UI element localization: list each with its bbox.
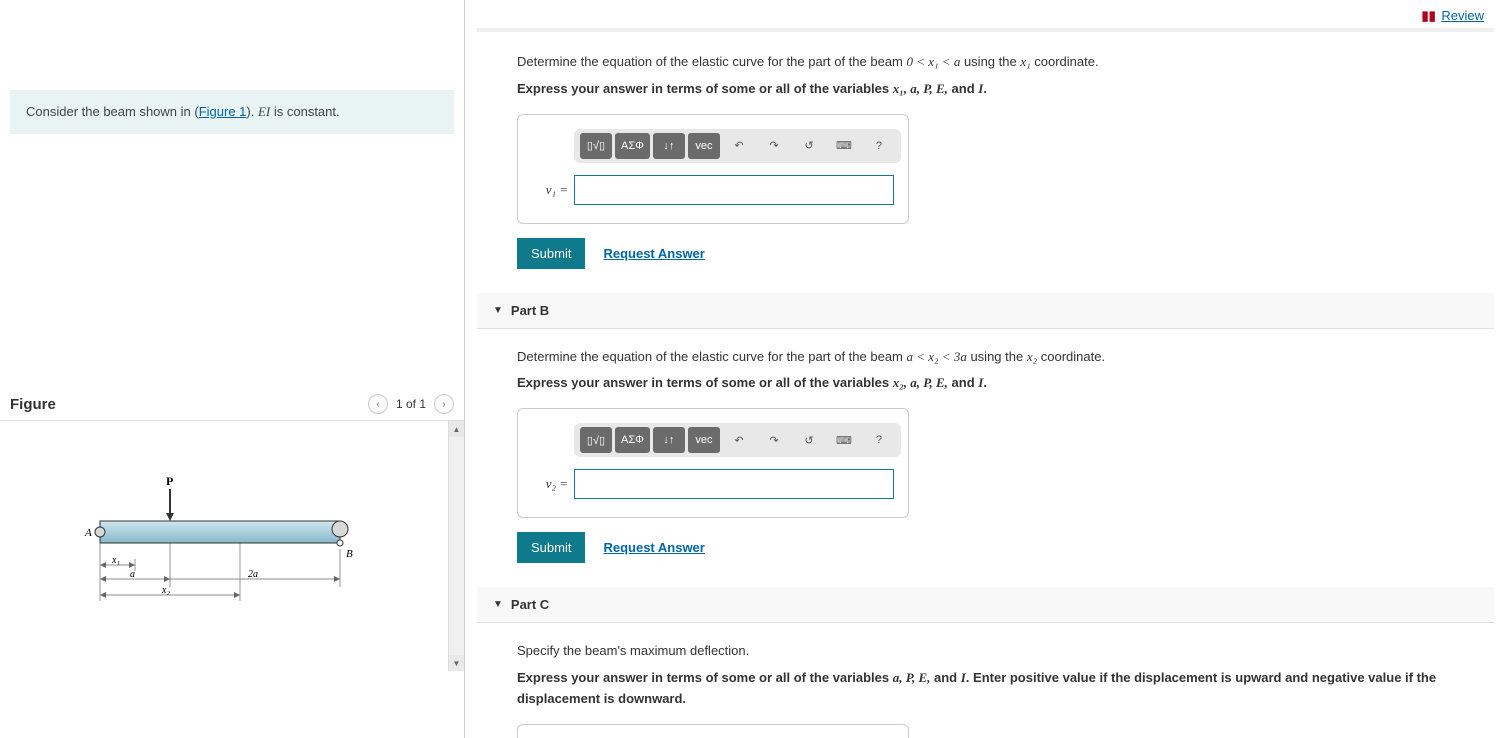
help-button[interactable]: ? <box>863 133 895 159</box>
part-a-answer-box: ▯√▯ ΑΣΦ ↓↑ vec ↶ ↷ ↺ ⌨ ? v₁ = <box>517 114 909 224</box>
part-c-heading: Part C <box>511 597 549 612</box>
figure-page-indicator: 1 of 1 <box>396 397 426 411</box>
reset-button[interactable]: ↺ <box>793 427 825 453</box>
problem-intro: Consider the beam shown in (Figure 1). E… <box>10 90 454 134</box>
part-c-instruction: Express your answer in terms of some or … <box>517 668 1474 710</box>
collapse-icon: ▼ <box>493 305 503 316</box>
part-c-answer-box: ▯√▯ ΑΣΦ ↓↑ vec ↶ ↷ ↺ ⌨ ? <box>517 724 909 738</box>
vector-button[interactable]: vec <box>688 427 720 453</box>
undo-button[interactable]: ↶ <box>723 427 755 453</box>
equation-toolbar: ▯√▯ ΑΣΦ ↓↑ vec ↶ ↷ ↺ ⌨ ? <box>574 129 901 163</box>
keyboard-button[interactable]: ⌨ <box>828 133 860 159</box>
part-b-var-label: v₂ = <box>532 476 568 492</box>
part-a-submit-button[interactable]: Submit <box>517 238 585 269</box>
figure-title: Figure <box>10 396 56 413</box>
redo-button[interactable]: ↷ <box>758 427 790 453</box>
subscript-button[interactable]: ↓↑ <box>653 427 685 453</box>
label-2a: 2a <box>248 569 258 580</box>
intro-text-end: is constant. <box>270 104 339 119</box>
figure-scrollbar[interactable]: ▲ ▼ <box>448 421 464 671</box>
greek-button[interactable]: ΑΣΦ <box>615 133 650 159</box>
part-a-answer-input[interactable] <box>574 175 894 205</box>
subscript-button[interactable]: ↓↑ <box>653 133 685 159</box>
greek-button[interactable]: ΑΣΦ <box>615 427 650 453</box>
part-b-answer-input[interactable] <box>574 469 894 499</box>
part-b-instruction: Express your answer in terms of some or … <box>517 373 1474 394</box>
collapse-icon: ▼ <box>493 599 503 610</box>
figure-nav: ‹ 1 of 1 › <box>368 394 454 414</box>
right-panel: ▮▮ Review Determine the equation of the … <box>465 0 1506 738</box>
templates-button[interactable]: ▯√▯ <box>580 427 612 453</box>
label-x1: x₁ <box>111 555 120 566</box>
ei-constant: EI <box>258 104 270 119</box>
help-button[interactable]: ? <box>863 427 895 453</box>
figure-area: A B P x₁ a <box>0 421 464 671</box>
part-b-submit-button[interactable]: Submit <box>517 532 585 563</box>
part-a-content: Determine the equation of the elastic cu… <box>477 52 1494 293</box>
figure-link[interactable]: Figure 1 <box>199 104 247 119</box>
scroll-up-icon[interactable]: ▲ <box>449 421 464 437</box>
part-a-request-answer-link[interactable]: Request Answer <box>603 246 704 261</box>
equation-toolbar: ▯√▯ ΑΣΦ ↓↑ vec ↶ ↷ ↺ ⌨ ? <box>574 423 901 457</box>
intro-text-prefix: Consider the beam shown in ( <box>26 104 199 119</box>
scroll-down-icon[interactable]: ▼ <box>449 655 464 671</box>
label-B: B <box>346 548 353 560</box>
part-a-prompt: Determine the equation of the elastic cu… <box>517 52 1474 73</box>
label-x2: x₂ <box>161 585 170 596</box>
figure-next-button[interactable]: › <box>434 394 454 414</box>
reset-button[interactable]: ↺ <box>793 133 825 159</box>
keyboard-button[interactable]: ⌨ <box>828 427 860 453</box>
review-bar: ▮▮ Review <box>477 0 1494 28</box>
part-a-var-label: v₁ = <box>532 182 568 198</box>
part-c-prompt: Specify the beam's maximum deflection. <box>517 641 1474 662</box>
part-b-header[interactable]: ▼ Part B <box>477 293 1494 329</box>
label-a: a <box>130 569 135 580</box>
figure-header: Figure ‹ 1 of 1 › <box>0 394 464 421</box>
part-c-content: Specify the beam's maximum deflection. E… <box>477 641 1494 738</box>
part-b-heading: Part B <box>511 303 549 318</box>
part-c-header[interactable]: ▼ Part C <box>477 587 1494 623</box>
left-panel: Consider the beam shown in (Figure 1). E… <box>0 0 465 738</box>
beam-diagram: A B P x₁ a <box>80 471 360 631</box>
intro-text-suffix: ). <box>246 104 258 119</box>
redo-button[interactable]: ↷ <box>758 133 790 159</box>
part-b-content: Determine the equation of the elastic cu… <box>477 347 1494 588</box>
label-A: A <box>84 527 92 539</box>
label-P: P <box>166 474 173 488</box>
undo-button[interactable]: ↶ <box>723 133 755 159</box>
part-b-prompt: Determine the equation of the elastic cu… <box>517 347 1474 368</box>
part-b-request-answer-link[interactable]: Request Answer <box>603 540 704 555</box>
review-flag-icon: ▮▮ <box>1421 8 1435 23</box>
part-b-answer-box: ▯√▯ ΑΣΦ ↓↑ vec ↶ ↷ ↺ ⌨ ? v₂ = <box>517 408 909 518</box>
review-link[interactable]: Review <box>1441 8 1484 23</box>
part-a-instruction: Express your answer in terms of some or … <box>517 79 1474 100</box>
vector-button[interactable]: vec <box>688 133 720 159</box>
templates-button[interactable]: ▯√▯ <box>580 133 612 159</box>
figure-prev-button[interactable]: ‹ <box>368 394 388 414</box>
divider-strip <box>477 28 1494 32</box>
